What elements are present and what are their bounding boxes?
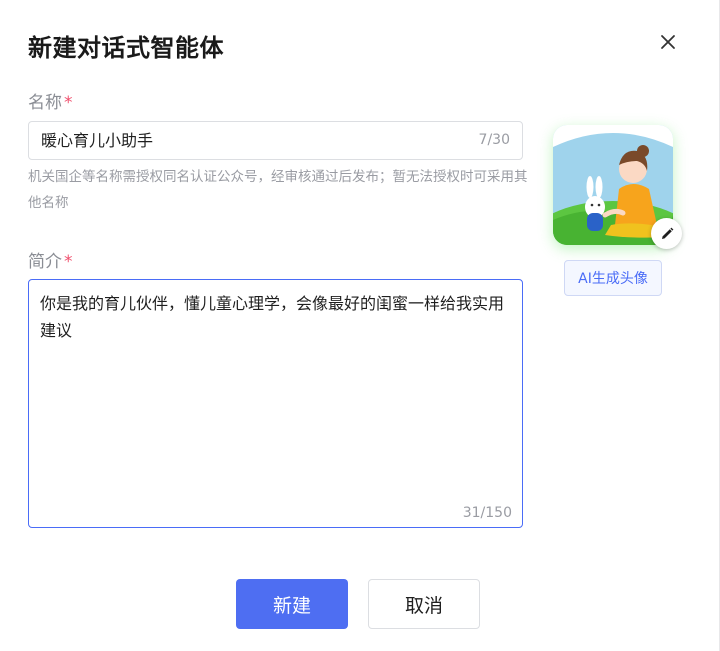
create-agent-dialog: 新建对话式智能体 名称* 7/30 机关国企等名称需授权同名认证公众号，经审核通… <box>0 0 720 651</box>
name-input[interactable] <box>41 122 441 159</box>
name-char-count: 7/30 <box>478 132 510 148</box>
dialog-title: 新建对话式智能体 <box>28 34 224 62</box>
desc-textarea[interactable]: 你是我的育儿伙伴，懂儿童心理学，会像最好的闺蜜一样给我实用建议 31/150 <box>28 279 523 528</box>
name-label-text: 名称 <box>28 93 62 113</box>
ai-generate-avatar-button[interactable]: AI生成头像 <box>564 260 662 296</box>
name-field[interactable]: 7/30 <box>28 121 523 160</box>
create-button[interactable]: 新建 <box>236 579 348 629</box>
name-label: 名称 * <box>28 88 73 113</box>
desc-text[interactable]: 你是我的育儿伙伴，懂儿童心理学，会像最好的闺蜜一样给我实用建议 <box>40 290 512 344</box>
desc-char-count: 31/150 <box>462 505 512 521</box>
cancel-button[interactable]: 取消 <box>368 579 480 629</box>
close-button[interactable] <box>656 30 680 54</box>
avatar-wrap <box>553 125 682 249</box>
desc-label: 简介 * <box>28 247 73 272</box>
edit-avatar-button[interactable] <box>651 218 682 249</box>
pencil-icon <box>661 227 673 239</box>
required-mark: * <box>64 252 73 272</box>
required-mark: * <box>64 93 73 113</box>
desc-label-text: 简介 <box>28 252 62 272</box>
name-hint: 机关国企等名称需授权同名认证公众号，经审核通过后发布；暂无法授权时可采用其他名称 <box>28 169 528 211</box>
close-icon <box>661 35 675 49</box>
